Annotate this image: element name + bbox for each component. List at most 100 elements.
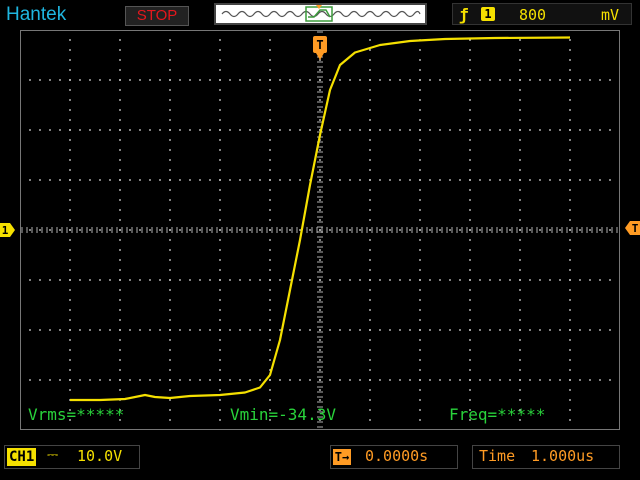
grid-dot [169, 379, 171, 381]
grid-dot [39, 379, 41, 381]
grid-dot [139, 179, 141, 181]
grid-dot [229, 129, 231, 131]
channel1-ground-marker[interactable]: 1 [0, 222, 16, 238]
grid-dot [29, 229, 31, 231]
grid-dot [119, 249, 121, 251]
grid-dot [119, 269, 121, 271]
grid-dot [369, 409, 371, 411]
grid-dot [119, 359, 121, 361]
grid-dot [119, 89, 121, 91]
grid-dot [169, 329, 171, 331]
grid-dot [469, 319, 471, 321]
grid-dot [469, 219, 471, 221]
grid-dot [39, 329, 41, 331]
trigger-time-marker[interactable]: T [312, 36, 328, 62]
grid-dot [569, 209, 571, 211]
grid-dot [429, 79, 431, 81]
grid-dot [419, 59, 421, 61]
grid-dot [159, 329, 161, 331]
grid-dot [119, 99, 121, 101]
grid-dot [589, 279, 591, 281]
trigger-level-marker[interactable]: T [624, 220, 640, 236]
grid-dot [419, 179, 421, 181]
grid-dot [269, 99, 271, 101]
grid-dot [69, 379, 71, 381]
grid-dot [319, 349, 321, 351]
grid-dot [369, 319, 371, 321]
grid-dot [329, 129, 331, 131]
grid-dot [219, 369, 221, 371]
grid-dot [199, 329, 201, 331]
grid-dot [569, 369, 571, 371]
grid-dot [189, 329, 191, 331]
grid-dot [69, 349, 71, 351]
grid-dot [269, 229, 271, 231]
channel1-settings[interactable]: CH1 ⎓ 10.0V [4, 445, 140, 469]
grid-dot [179, 279, 181, 281]
grid-dot [369, 239, 371, 241]
grid-dot [279, 179, 281, 181]
grid-dot [569, 349, 571, 351]
grid-dot [449, 179, 451, 181]
grid-dot [369, 359, 371, 361]
grid-dot [119, 79, 121, 81]
grid-dot [319, 239, 321, 241]
grid-dot [349, 179, 351, 181]
grid-dot [379, 129, 381, 131]
grid-dot [469, 189, 471, 191]
grid-dot [169, 359, 171, 361]
grid-dot [319, 169, 321, 171]
grid-dot [169, 199, 171, 201]
grid-dot [59, 179, 61, 181]
grid-dot [79, 229, 81, 231]
grid-dot [519, 339, 521, 341]
grid-dot [329, 329, 331, 331]
grid-dot [369, 289, 371, 291]
grid-dot [269, 209, 271, 211]
grid-dot [509, 379, 511, 381]
timebase-settings[interactable]: Time 1.000us [472, 445, 620, 469]
grid-dot [169, 349, 171, 351]
grid-dot [269, 49, 271, 51]
grid-dot [319, 389, 321, 391]
grid-dot [109, 229, 111, 231]
svg-text:T: T [316, 38, 323, 52]
grid-dot [79, 79, 81, 81]
grid-dot [519, 169, 521, 171]
grid-dot [219, 39, 221, 41]
grid-dot [509, 229, 511, 231]
grid-dot [129, 379, 131, 381]
grid-dot [219, 139, 221, 141]
grid-dot [119, 279, 121, 281]
grid-dot [369, 369, 371, 371]
grid-dot [389, 329, 391, 331]
horizontal-position[interactable]: T→ 0.0000s [330, 445, 458, 469]
grid-dot [189, 229, 191, 231]
grid-dot [199, 279, 201, 281]
grid-dot [269, 259, 271, 261]
grid-dot [419, 239, 421, 241]
grid-dot [309, 379, 311, 381]
grid-dot [79, 329, 81, 331]
grid-dot [219, 239, 221, 241]
grid-dot [529, 379, 531, 381]
grid-dot [119, 369, 121, 371]
grid-dot [219, 99, 221, 101]
grid-dot [369, 109, 371, 111]
grid-dot [469, 279, 471, 281]
grid-dot [49, 229, 51, 231]
grid-dot [179, 179, 181, 181]
grid-dot [219, 339, 221, 341]
grid-dot [169, 69, 171, 71]
grid-dot [569, 109, 571, 111]
grid-dot [219, 219, 221, 221]
grid-dot [219, 169, 221, 171]
grid-dot [279, 329, 281, 331]
grid-dot [339, 379, 341, 381]
grid-dot [309, 229, 311, 231]
grid-dot [559, 379, 561, 381]
grid-dot [249, 279, 251, 281]
grid-dot [169, 219, 171, 221]
grid-dot [319, 339, 321, 341]
grid-dot [319, 79, 321, 81]
